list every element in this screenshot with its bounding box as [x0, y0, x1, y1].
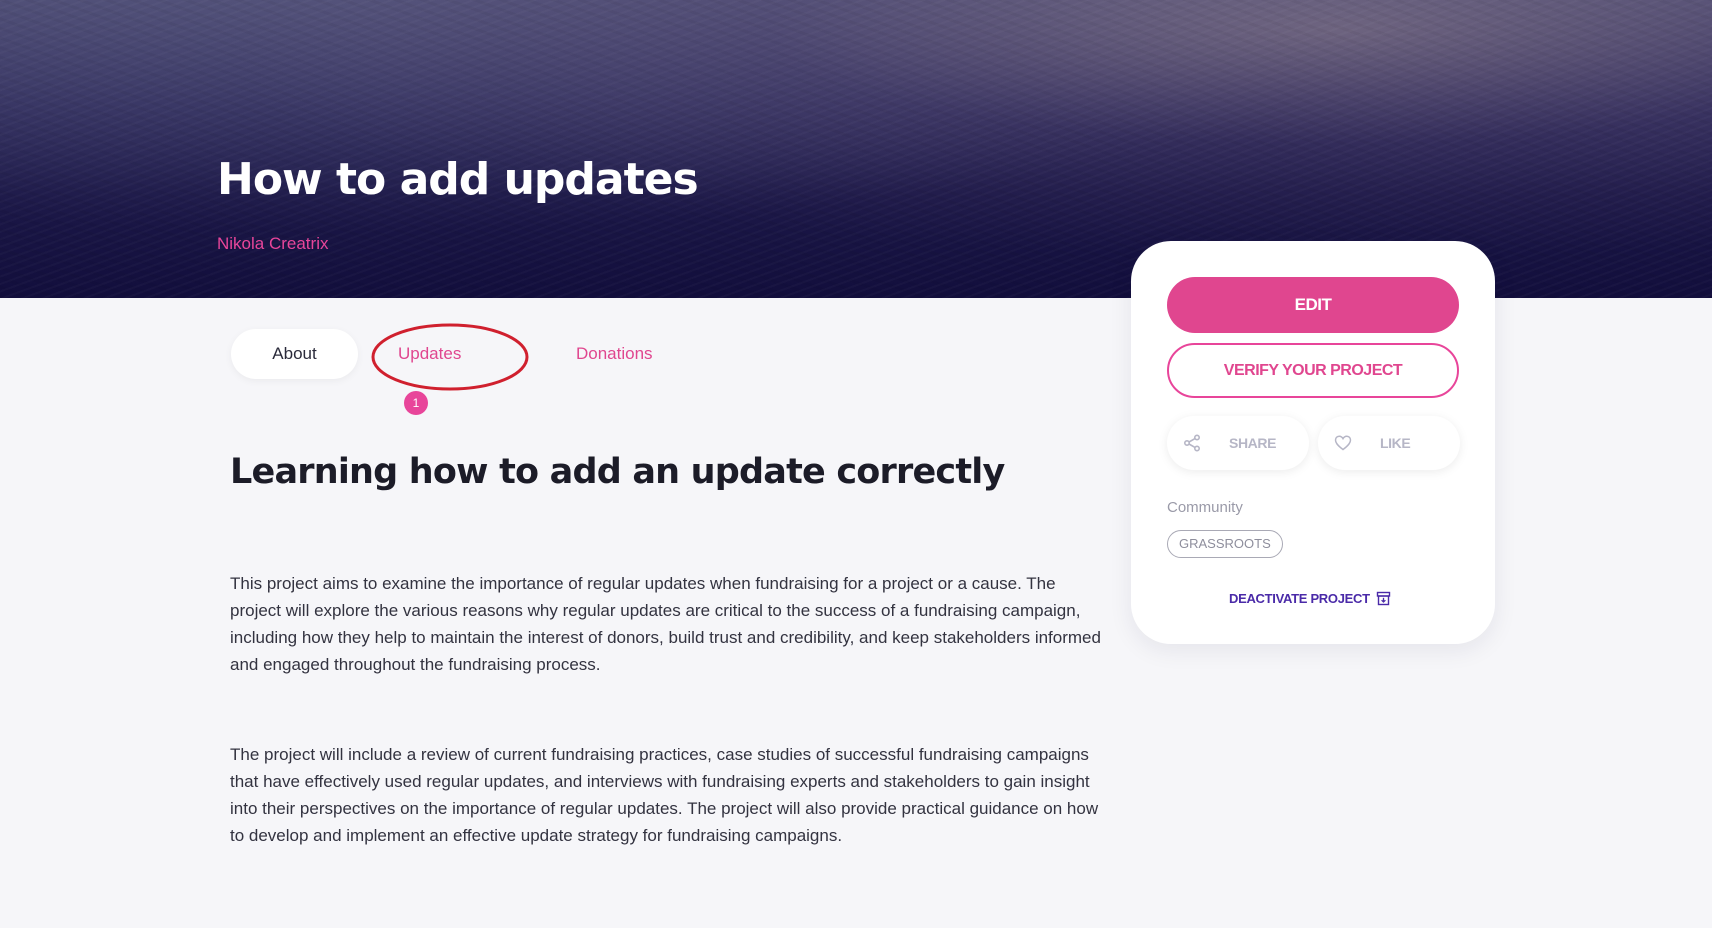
project-title: How to add updates	[217, 154, 699, 205]
archive-icon	[1376, 591, 1390, 606]
heart-icon	[1334, 435, 1352, 451]
like-label: LIKE	[1380, 435, 1411, 451]
tab-updates-label: Updates	[398, 344, 462, 363]
tab-donations[interactable]: Donations	[576, 329, 653, 379]
deactivate-label: DEACTIVATE PROJECT	[1229, 591, 1370, 606]
share-button[interactable]: SHARE	[1167, 416, 1309, 470]
deactivate-project-button[interactable]: DEACTIVATE PROJECT	[1229, 591, 1391, 606]
content-heading: Learning how to add an update correctly	[230, 452, 1005, 492]
updates-count-badge: 1	[404, 391, 428, 415]
project-author-link[interactable]: Nikola Creatrix	[217, 234, 328, 254]
tab-updates[interactable]: Updates 1	[398, 329, 462, 415]
content-paragraph: This project aims to examine the importa…	[230, 574, 1101, 674]
community-label: Community	[1167, 499, 1243, 516]
tab-about[interactable]: About	[231, 329, 358, 379]
like-button[interactable]: LIKE	[1318, 416, 1460, 470]
project-actions-card: EDIT VERIFY YOUR PROJECT SHARE LIKE Comm…	[1131, 241, 1495, 644]
community-tag[interactable]: GRASSROOTS	[1167, 530, 1283, 558]
share-icon	[1183, 434, 1201, 452]
share-label: SHARE	[1229, 435, 1277, 451]
verify-project-button[interactable]: VERIFY YOUR PROJECT	[1167, 343, 1459, 398]
content-paragraph: The project will include a review of cur…	[230, 745, 1099, 845]
edit-button[interactable]: EDIT	[1167, 277, 1459, 333]
